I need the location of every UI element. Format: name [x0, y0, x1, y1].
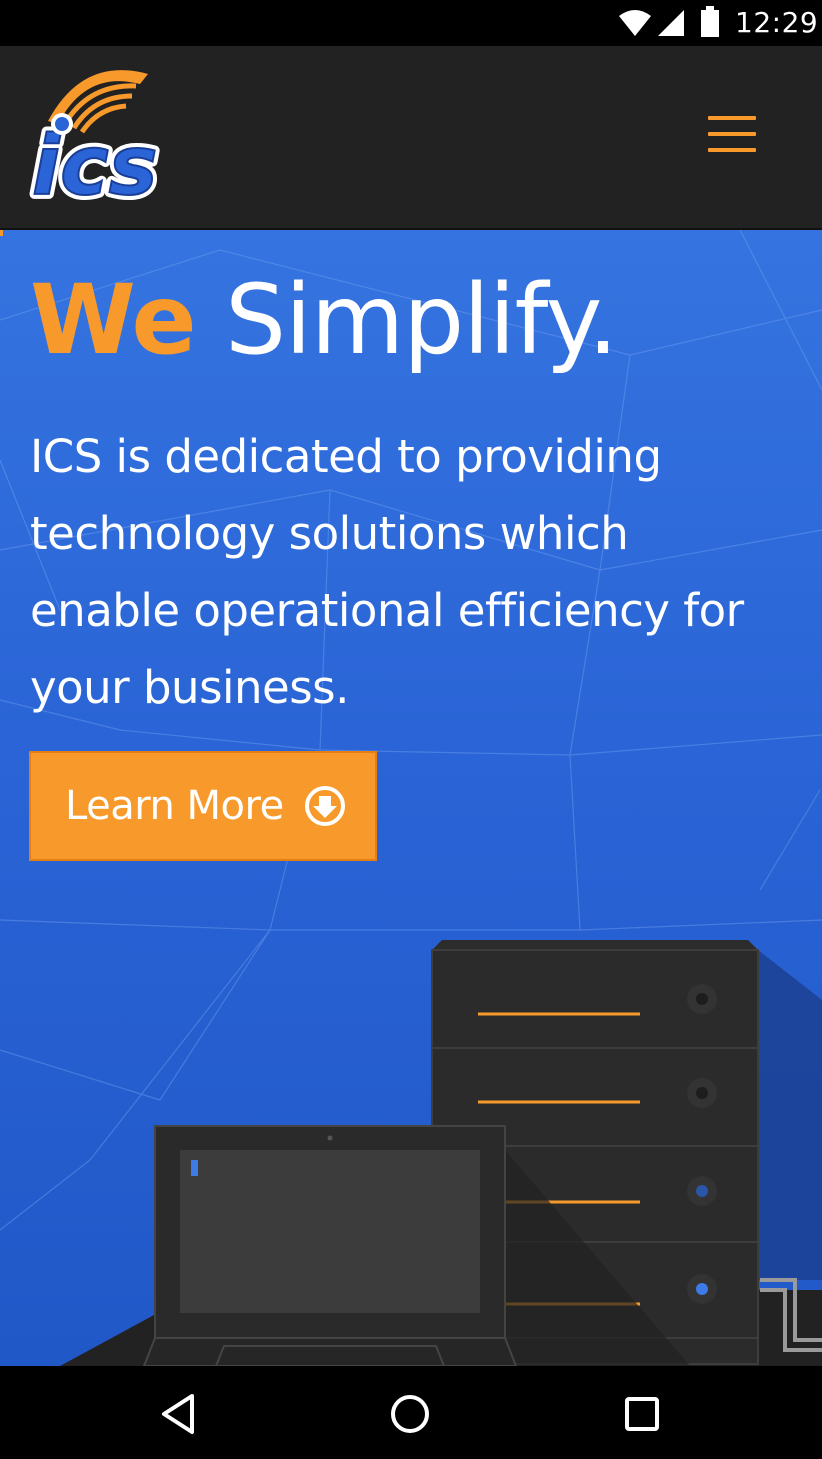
back-icon[interactable] — [150, 1386, 206, 1442]
cell-signal-icon — [658, 10, 684, 36]
hero-description: ICS is dedicated to providing technology… — [30, 430, 744, 714]
menu-line — [708, 132, 756, 136]
home-icon[interactable] — [382, 1386, 438, 1442]
headline-accent: We — [30, 264, 197, 376]
navigation-bar — [0, 1366, 822, 1459]
hero-section: We Simplify. ICS is dedicated to providi… — [0, 230, 822, 1366]
battery-icon — [701, 6, 719, 37]
menu-line — [708, 116, 756, 120]
learn-more-label: Learn More — [65, 783, 284, 829]
svg-text:ics: ics — [32, 119, 158, 201]
learn-more-button[interactable]: Learn More — [29, 751, 377, 861]
wifi-icon — [619, 10, 651, 36]
ics-logo[interactable]: ics ics — [28, 66, 213, 201]
server-laptop-illustration — [60, 940, 822, 1366]
site-header: ics ics — [0, 46, 822, 230]
status-bar: 12:29 — [0, 0, 822, 46]
recent-apps-icon[interactable] — [614, 1386, 670, 1442]
menu-line — [708, 148, 756, 152]
hamburger-menu-icon[interactable] — [700, 106, 764, 162]
hero-headline: We Simplify. — [30, 260, 618, 380]
arrow-down-circle-icon — [304, 786, 345, 826]
headline-rest: Simplify. — [195, 264, 618, 376]
clock-time: 12:29 — [735, 6, 819, 39]
